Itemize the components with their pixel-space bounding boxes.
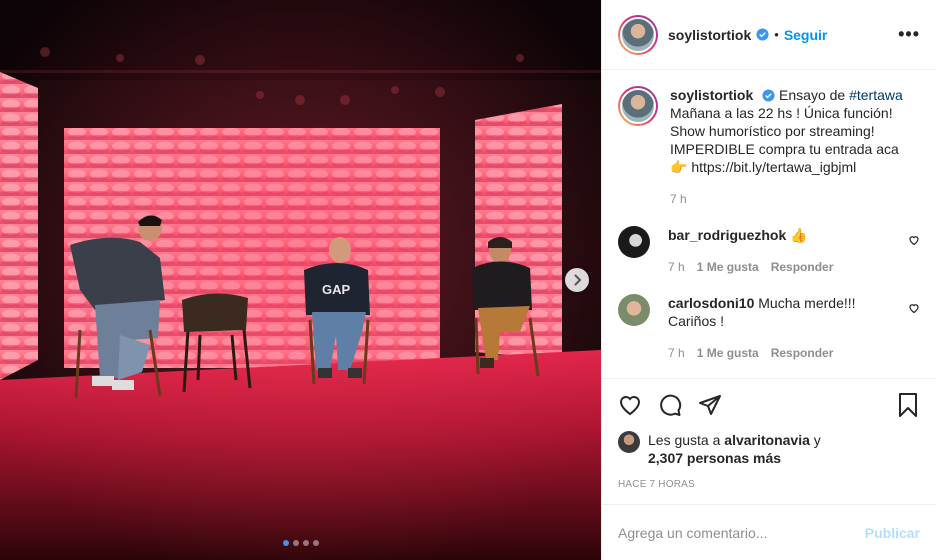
comment-username[interactable]: bar_rodriguezhok <box>668 227 786 243</box>
chevron-right-icon <box>574 274 582 286</box>
comment-time[interactable]: 7 h <box>668 344 685 362</box>
comment-likes[interactable]: 1 Me gusta <box>697 344 759 362</box>
author-avatar[interactable] <box>618 14 658 55</box>
caption-time[interactable]: 7 h <box>670 190 687 208</box>
comment-input[interactable] <box>618 524 865 541</box>
likes-prefix: Les gusta a <box>648 432 721 448</box>
carousel-dot <box>282 540 289 546</box>
caption-text: Ensayo de <box>779 87 846 103</box>
heart-icon[interactable] <box>618 393 642 417</box>
instagram-post: GAP soylistortiok • Seguir ••• soylistor… <box>0 0 936 560</box>
publish-button[interactable]: Publicar <box>865 525 920 541</box>
comment: bar_rodriguezhok 👍 7 h 1 Me gusta Respon… <box>618 226 920 276</box>
commenter-avatar[interactable] <box>618 294 650 326</box>
liker-username[interactable]: alvaritonavia <box>724 432 810 448</box>
post-details-panel: soylistortiok • Seguir ••• soylistortiok <box>601 0 936 560</box>
hashtag-link[interactable]: #tertawa <box>849 87 903 103</box>
comment-time[interactable]: 7 h <box>668 258 685 276</box>
stage-photo: GAP <box>0 0 601 560</box>
add-comment-bar: Publicar <box>602 504 936 560</box>
carousel-dot <box>292 540 299 546</box>
comment-text-line: Cariños ! <box>668 313 725 329</box>
caption-line: Show humorístico por streaming! <box>670 123 875 139</box>
carousel-dot <box>312 540 319 546</box>
likes-summary: Les gusta a alvaritonavia y 2,307 person… <box>618 431 920 467</box>
like-comment-heart-icon[interactable] <box>908 302 920 314</box>
comment-text: Mucha merde!!! <box>758 295 856 311</box>
share-icon[interactable] <box>698 393 722 417</box>
bookmark-icon[interactable] <box>896 392 920 418</box>
liker-avatar[interactable] <box>618 431 640 453</box>
comment-text: 👍 <box>790 227 808 243</box>
reply-button[interactable]: Responder <box>771 258 834 276</box>
verified-badge-icon <box>756 28 769 41</box>
post-timestamp[interactable]: HACE 7 HORAS <box>618 479 920 490</box>
caption-username[interactable]: soylistortiok <box>670 87 753 103</box>
svg-text:GAP: GAP <box>322 282 351 297</box>
post-photo[interactable]: GAP <box>0 0 601 560</box>
post-actions: Les gusta a alvaritonavia y 2,307 person… <box>602 378 936 504</box>
likes-count[interactable]: 2,307 personas más <box>648 450 781 466</box>
caption-link: 👉 https://bit.ly/tertawa_igbjml <box>670 159 857 175</box>
follow-button[interactable]: Seguir <box>784 27 828 43</box>
reply-button[interactable]: Responder <box>771 344 834 362</box>
commenter-avatar[interactable] <box>618 226 650 258</box>
comment: carlosdoni10 Mucha merde!!! Cariños ! 7 … <box>618 294 920 362</box>
comment-username[interactable]: carlosdoni10 <box>668 295 754 311</box>
separator-dot: • <box>774 27 779 42</box>
caption-avatar[interactable] <box>618 86 658 126</box>
caption-line: Mañana a las 22 hs ! Única función! <box>670 105 893 121</box>
caption: soylistortiok Ensayo de #tertawa Mañana … <box>618 86 920 208</box>
next-image-button[interactable] <box>565 268 589 292</box>
comment-likes[interactable]: 1 Me gusta <box>697 258 759 276</box>
author-username[interactable]: soylistortiok <box>668 27 751 43</box>
likes-connector: y <box>813 432 821 448</box>
comment-icon[interactable] <box>658 393 682 417</box>
comments-section: soylistortiok Ensayo de #tertawa Mañana … <box>602 70 936 378</box>
post-header: soylistortiok • Seguir ••• <box>602 0 936 70</box>
verified-badge-icon <box>762 89 775 102</box>
carousel-dot <box>302 540 309 546</box>
carousel-indicator <box>0 540 601 546</box>
more-options-icon[interactable]: ••• <box>898 24 920 45</box>
like-comment-heart-icon[interactable] <box>908 234 920 246</box>
caption-line: IMPERDIBLE compra tu entrada aca <box>670 141 899 157</box>
